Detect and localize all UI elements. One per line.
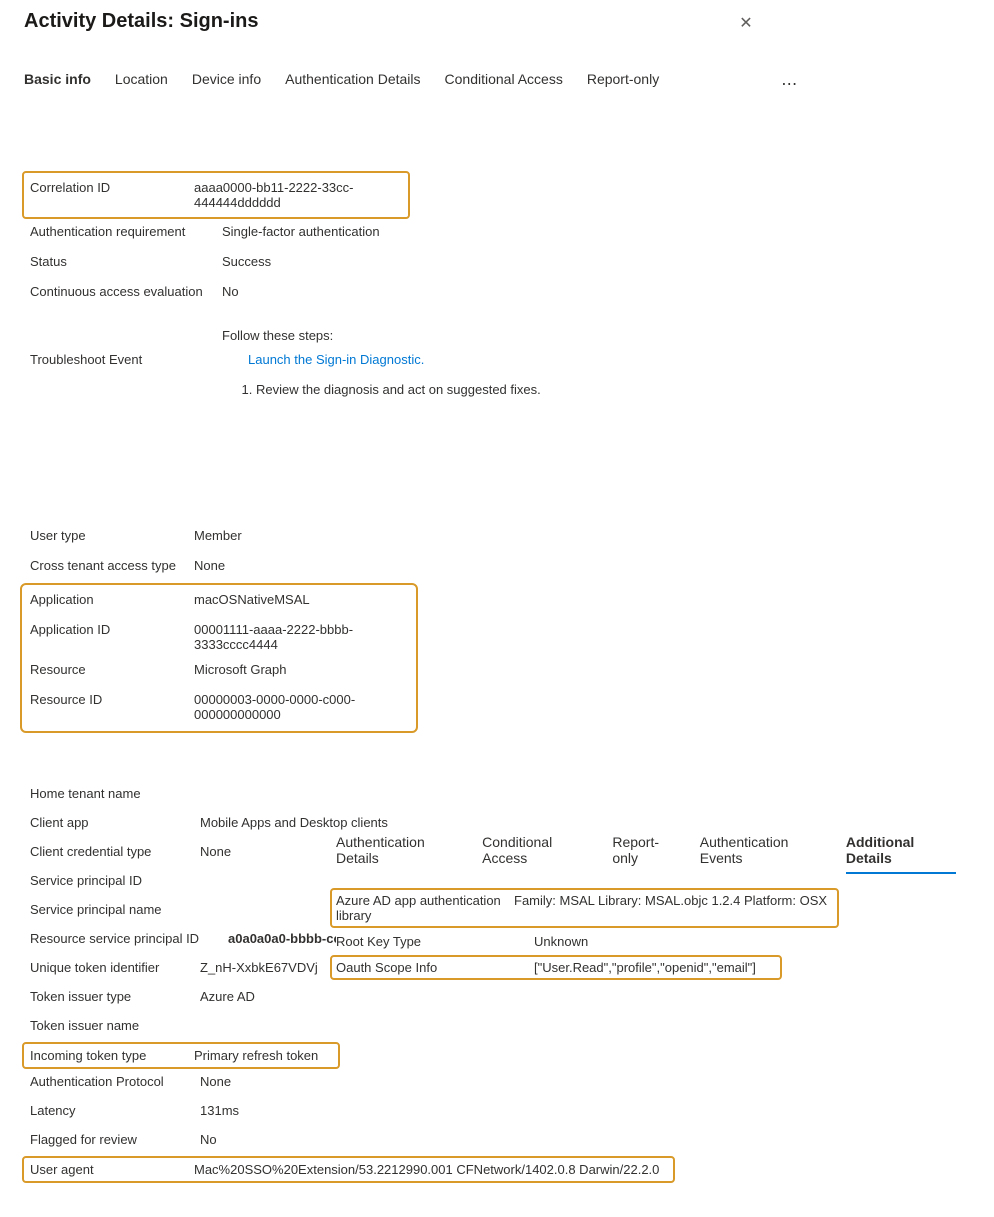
label-unique-token-id: Unique token identifier — [30, 960, 200, 975]
highlight-correlation-id: Correlation ID aaaa0000-bb11-2222-33cc-4… — [22, 171, 410, 219]
value-root-key-type: Unknown — [534, 934, 588, 949]
label-flagged: Flagged for review — [30, 1132, 200, 1147]
value-token-issuer-type: Azure AD — [200, 989, 255, 1004]
tab-conditional-access[interactable]: Conditional Access — [433, 71, 575, 97]
value-cae: No — [222, 284, 970, 299]
label-resource-sp-id: Resource service principal ID — [30, 931, 228, 946]
value-oauth-scope: ["User.Read","profile","openid","email"] — [534, 960, 756, 975]
tab-report-only[interactable]: Report-only — [575, 71, 671, 97]
value-unique-token-id: Z_nH-XxbkE67VDVj — [200, 960, 318, 975]
label-client-cred: Client credential type — [30, 844, 200, 859]
highlight-application-block: Application macOSNativeMSAL Application … — [20, 583, 418, 733]
highlight-user-agent: User agent Mac%20SSO%20Extension/53.2212… — [22, 1156, 675, 1183]
value-status: Success — [222, 254, 970, 269]
value-application: macOSNativeMSAL — [194, 592, 416, 607]
label-service-principal-name: Service principal name — [30, 902, 200, 917]
overlay-tab-auth-events[interactable]: Authentication Events — [700, 834, 826, 874]
overlay-tab-conditional-access[interactable]: Conditional Access — [482, 834, 592, 874]
close-icon[interactable]: ✕ — [738, 16, 754, 32]
link-launch-diagnostic[interactable]: Launch the Sign-in Diagnostic. — [248, 352, 424, 367]
label-incoming-token-type: Incoming token type — [30, 1048, 194, 1063]
label-home-tenant: Home tenant name — [30, 786, 200, 801]
label-troubleshoot: Troubleshoot Event — [30, 352, 222, 367]
highlight-auth-library: Azure AD app authentication library Fami… — [330, 888, 839, 928]
value-user-agent: Mac%20SSO%20Extension/53.2212990.001 CFN… — [194, 1162, 659, 1177]
label-application-id: Application ID — [30, 622, 194, 637]
label-auth-protocol: Authentication Protocol — [30, 1074, 200, 1089]
label-token-issuer-type: Token issuer type — [30, 989, 200, 1004]
value-user-type: Member — [194, 528, 970, 543]
overlay-tab-additional-details[interactable]: Additional Details — [846, 834, 956, 874]
value-auth-requirement: Single-factor authentication — [222, 224, 970, 239]
steps-intro: Follow these steps: — [222, 325, 970, 347]
label-resource-id: Resource ID — [30, 692, 194, 707]
overlay-tab-auth-details[interactable]: Authentication Details — [336, 834, 462, 874]
label-oauth-scope: Oauth Scope Info — [336, 960, 534, 975]
highlight-incoming-token-type: Incoming token type Primary refresh toke… — [22, 1042, 340, 1069]
more-icon[interactable]: ⋯ — [781, 74, 799, 94]
value-client-app: Mobile Apps and Desktop clients — [200, 815, 388, 830]
label-resource: Resource — [30, 662, 194, 677]
label-latency: Latency — [30, 1103, 200, 1118]
label-correlation-id: Correlation ID — [30, 180, 194, 195]
value-cross-tenant: None — [194, 558, 970, 573]
value-resource-id: 00000003-0000-0000-c000-000000000000 — [194, 692, 416, 722]
value-correlation-id: aaaa0000-bb11-2222-33cc-444444dddddd — [194, 180, 408, 210]
step-1: Review the diagnosis and act on suggeste… — [256, 379, 970, 401]
tab-bar: Basic info Location Device info Authenti… — [0, 71, 994, 97]
label-cross-tenant: Cross tenant access type — [30, 558, 194, 573]
value-incoming-token-type: Primary refresh token — [194, 1048, 318, 1063]
value-client-cred: None — [200, 844, 231, 859]
label-user-type: User type — [30, 528, 194, 543]
value-latency: 131ms — [200, 1103, 239, 1118]
label-application: Application — [30, 592, 194, 607]
value-auth-library: Family: MSAL Library: MSAL.objc 1.2.4 Pl… — [514, 893, 827, 923]
tab-basic-info[interactable]: Basic info — [24, 71, 103, 97]
value-flagged: No — [200, 1132, 217, 1147]
tab-device-info[interactable]: Device info — [180, 71, 273, 97]
label-cae: Continuous access evaluation — [30, 284, 222, 299]
overlay-tab-report-only[interactable]: Report-only — [612, 834, 679, 874]
label-status: Status — [30, 254, 222, 269]
page-title: Activity Details: Sign-ins — [24, 10, 970, 33]
label-auth-requirement: Authentication requirement — [30, 224, 222, 239]
tab-authentication-details[interactable]: Authentication Details — [273, 71, 432, 97]
tab-location[interactable]: Location — [103, 71, 180, 97]
label-auth-library: Azure AD app authentication library — [336, 893, 514, 923]
overlay-additional-details: Authentication Details Conditional Acces… — [336, 834, 956, 980]
label-client-app: Client app — [30, 815, 200, 830]
value-application-id: 00001111-aaaa-2222-bbbb-3333cccc4444 — [194, 622, 416, 652]
value-auth-protocol: None — [200, 1074, 231, 1089]
overlay-tab-bar: Authentication Details Conditional Acces… — [336, 834, 956, 882]
label-service-principal-id: Service principal ID — [30, 873, 200, 888]
label-token-issuer-name: Token issuer name — [30, 1018, 200, 1033]
value-resource: Microsoft Graph — [194, 662, 416, 677]
label-root-key-type: Root Key Type — [336, 934, 534, 949]
label-user-agent: User agent — [30, 1162, 194, 1177]
highlight-oauth-scope: Oauth Scope Info ["User.Read","profile",… — [330, 955, 782, 980]
